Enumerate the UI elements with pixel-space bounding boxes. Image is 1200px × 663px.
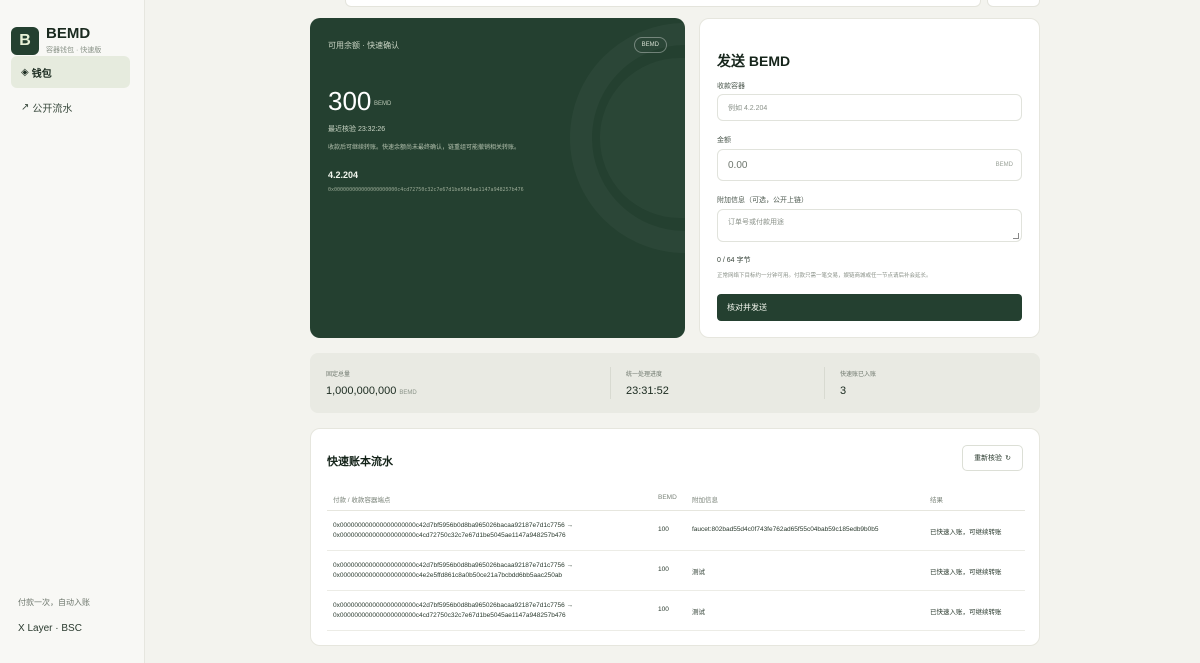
col-amount: BEMD [658, 494, 677, 501]
recipient-input[interactable]: 例如 4.2.204 [717, 94, 1022, 121]
balance-label: 可用余额 · 快速确认 [328, 41, 400, 50]
ledger-title: 快速账本流水 [327, 456, 393, 468]
sidebar: B BEMD 容器钱包 · 快速版 ◈ 钱包 ↗ 公开流水 付款一次，自动入账 … [0, 0, 145, 663]
network-label: X Layer · BSC [18, 623, 82, 634]
divider [610, 367, 611, 399]
row-amount: 100 [658, 606, 669, 613]
col-endpoints: 付款 / 收款容器端点 [333, 497, 391, 504]
stat-label: 固定总量 [326, 372, 351, 378]
row-endpoints: 0x000000000000000000000c42d7bf5956b0d8ba… [333, 522, 574, 539]
nav-public-ledger-label: 公开流水 [32, 103, 73, 115]
stat-value: 1,000,000,000 BEMD [326, 385, 417, 397]
row-memo: 测试 [692, 569, 705, 576]
row-amount: 100 [658, 566, 669, 573]
nav-public-ledger[interactable]: ↗ 公开流水 [11, 91, 130, 123]
refresh-icon: ↻ [1005, 455, 1011, 462]
top-action-button[interactable] [987, 0, 1040, 7]
send-card: 发送 BEMD 收款容器 例如 4.2.204 金额 0.00 BEMD 附加信… [699, 18, 1040, 338]
row-memo: 测试 [692, 609, 705, 616]
footer-note: 付款一次，自动入账 [18, 598, 90, 607]
memo-textarea[interactable]: 订单号或付款用途 [717, 209, 1022, 242]
last-check-time: 最近核验 23:32:26 [328, 126, 386, 133]
recipient-label: 收款容器 [717, 83, 745, 90]
amount-value: 0.00 [728, 159, 748, 171]
recipient-placeholder: 例如 4.2.204 [728, 104, 768, 112]
brand: B BEMD 容器钱包 · 快速版 [11, 26, 101, 55]
nav-wallet[interactable]: ◈ 钱包 [11, 56, 130, 88]
row-memo: faucet:802bad55d4c0f743fe762ad65f55c04ba… [692, 526, 879, 533]
stat-label: 统一处理进度 [626, 372, 663, 378]
balance-amount: 300 [328, 86, 372, 116]
arrow-up-right-icon: ↗ [21, 101, 30, 113]
resize-handle-icon[interactable] [1013, 233, 1019, 239]
balance-note: 收款后可继续转账。快速余额尚未最终确认，链重组可能撤销相关转账。 [328, 145, 521, 151]
balance-unit: BEMD [374, 101, 392, 107]
brand-name: BEMD [46, 25, 91, 42]
ledger-card: 快速账本流水 重新核验 ↻ 付款 / 收款容器端点 BEMD 附加信息 结果 0… [310, 428, 1040, 646]
brand-subtitle: 容器钱包 · 快速版 [46, 47, 102, 54]
row-result: 已快速入账，可继续转账 [930, 529, 1002, 536]
col-memo: 附加信息 [692, 497, 718, 504]
stats-bar: 固定总量 1,000,000,000 BEMD 统一处理进度 23:31:52 快… [310, 353, 1040, 413]
table-row[interactable]: 0x000000000000000000000c42d7bf5956b0d8ba… [327, 591, 1025, 631]
top-search-bar[interactable] [345, 0, 981, 7]
amount-unit: BEMD [995, 162, 1013, 168]
send-title: 发送 BEMD [717, 53, 791, 69]
col-result: 结果 [930, 497, 943, 504]
token-badge: BEMD [633, 37, 667, 53]
wallet-icon: ◈ [21, 66, 29, 78]
review-send-button[interactable]: 核对并发送 [717, 294, 1022, 321]
send-hint: 正常网络下目标约一分钟可用。付款只需一笔交易，娱链商城或任一节点请后补会延长。 [717, 273, 932, 279]
stat-value: 3 [840, 385, 847, 397]
table-row[interactable]: 0x000000000000000000000c42d7bf5956b0d8ba… [327, 551, 1025, 591]
reverify-button[interactable]: 重新核验 ↻ [962, 445, 1023, 471]
container-id: 4.2.204 [328, 170, 359, 180]
row-amount: 100 [658, 526, 669, 533]
byte-counter: 0 / 64 字节 [717, 257, 751, 264]
row-result: 已快速入账，可继续转账 [930, 569, 1002, 576]
reverify-label: 重新核验 [974, 455, 1003, 462]
table-row[interactable]: 0x000000000000000000000c42d7bf5956b0d8ba… [327, 511, 1025, 551]
amount-label: 金额 [717, 137, 731, 144]
balance-card: 可用余额 · 快速确认 BEMD 300 BEMD 最近核验 23:32:26 … [310, 18, 685, 338]
row-endpoints: 0x000000000000000000000c42d7bf5956b0d8ba… [333, 562, 574, 579]
amount-input[interactable]: 0.00 BEMD [717, 149, 1022, 181]
memo-label: 附加信息（可选，公开上链） [717, 197, 808, 204]
row-endpoints: 0x000000000000000000000c42d7bf5956b0d8ba… [333, 602, 574, 619]
ledger-header: 付款 / 收款容器端点 BEMD 附加信息 结果 [327, 489, 1025, 511]
memo-placeholder: 订单号或付款用途 [728, 219, 784, 226]
row-result: 已快速入账，可继续转账 [930, 609, 1002, 616]
stat-value: 23:31:52 [626, 385, 669, 397]
divider [824, 367, 825, 399]
wallet-address[interactable]: 0x000000000000000000000c4cd72750c32c7e67… [328, 187, 524, 193]
stat-label: 快速账已入账 [840, 372, 877, 378]
nav-wallet-label: 钱包 [31, 68, 52, 80]
logo: B [11, 26, 39, 55]
